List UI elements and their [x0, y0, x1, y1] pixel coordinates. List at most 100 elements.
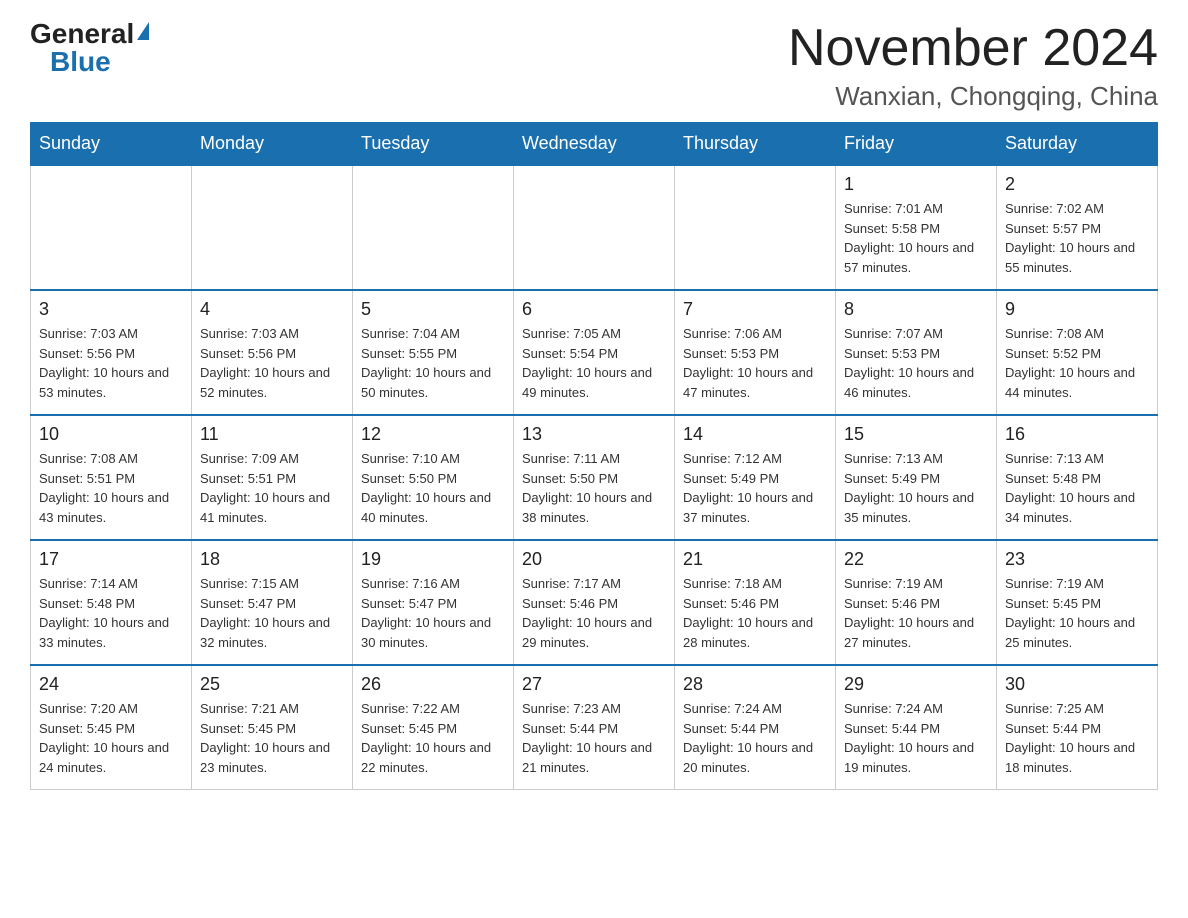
- weekday-header-saturday: Saturday: [997, 123, 1158, 166]
- cell-day-number: 15: [844, 424, 988, 445]
- cell-sun-info: Sunrise: 7:13 AMSunset: 5:49 PMDaylight:…: [844, 449, 988, 527]
- cell-day-number: 22: [844, 549, 988, 570]
- title-block: November 2024 Wanxian, Chongqing, China: [788, 20, 1158, 112]
- cell-sun-info: Sunrise: 7:10 AMSunset: 5:50 PMDaylight:…: [361, 449, 505, 527]
- cell-sun-info: Sunrise: 7:12 AMSunset: 5:49 PMDaylight:…: [683, 449, 827, 527]
- cell-sun-info: Sunrise: 7:14 AMSunset: 5:48 PMDaylight:…: [39, 574, 183, 652]
- cell-sun-info: Sunrise: 7:18 AMSunset: 5:46 PMDaylight:…: [683, 574, 827, 652]
- cell-day-number: 23: [1005, 549, 1149, 570]
- calendar-week-row: 17 Sunrise: 7:14 AMSunset: 5:48 PMDayligh…: [31, 540, 1158, 665]
- calendar-cell: 22 Sunrise: 7:19 AMSunset: 5:46 PMDayligh…: [836, 540, 997, 665]
- calendar-cell: [514, 165, 675, 290]
- cell-sun-info: Sunrise: 7:24 AMSunset: 5:44 PMDaylight:…: [683, 699, 827, 777]
- cell-sun-info: Sunrise: 7:13 AMSunset: 5:48 PMDaylight:…: [1005, 449, 1149, 527]
- calendar-cell: [675, 165, 836, 290]
- cell-day-number: 29: [844, 674, 988, 695]
- cell-sun-info: Sunrise: 7:20 AMSunset: 5:45 PMDaylight:…: [39, 699, 183, 777]
- weekday-header-tuesday: Tuesday: [353, 123, 514, 166]
- calendar-cell: 20 Sunrise: 7:17 AMSunset: 5:46 PMDayligh…: [514, 540, 675, 665]
- calendar-cell: 10Sunrise: 7:08 AMSunset: 5:51 PMDayligh…: [31, 415, 192, 540]
- calendar-cell: 9 Sunrise: 7:08 AMSunset: 5:52 PMDaylight…: [997, 290, 1158, 415]
- logo-blue-text: Blue: [50, 48, 111, 76]
- calendar-cell: 12 Sunrise: 7:10 AMSunset: 5:50 PMDayligh…: [353, 415, 514, 540]
- cell-day-number: 18: [200, 549, 344, 570]
- calendar-cell: 27Sunrise: 7:23 AMSunset: 5:44 PMDayligh…: [514, 665, 675, 790]
- calendar-cell: 23 Sunrise: 7:19 AMSunset: 5:45 PMDayligh…: [997, 540, 1158, 665]
- calendar-cell: 19 Sunrise: 7:16 AMSunset: 5:47 PMDayligh…: [353, 540, 514, 665]
- cell-day-number: 30: [1005, 674, 1149, 695]
- cell-sun-info: Sunrise: 7:04 AMSunset: 5:55 PMDaylight:…: [361, 324, 505, 402]
- calendar-cell: [31, 165, 192, 290]
- cell-day-number: 4: [200, 299, 344, 320]
- cell-sun-info: Sunrise: 7:16 AMSunset: 5:47 PMDaylight:…: [361, 574, 505, 652]
- cell-sun-info: Sunrise: 7:08 AMSunset: 5:52 PMDaylight:…: [1005, 324, 1149, 402]
- location-subtitle: Wanxian, Chongqing, China: [788, 81, 1158, 112]
- logo: General Blue: [30, 20, 149, 76]
- cell-sun-info: Sunrise: 7:21 AMSunset: 5:45 PMDaylight:…: [200, 699, 344, 777]
- cell-day-number: 13: [522, 424, 666, 445]
- cell-sun-info: Sunrise: 7:22 AMSunset: 5:45 PMDaylight:…: [361, 699, 505, 777]
- cell-sun-info: Sunrise: 7:08 AMSunset: 5:51 PMDaylight:…: [39, 449, 183, 527]
- cell-day-number: 21: [683, 549, 827, 570]
- cell-day-number: 1: [844, 174, 988, 195]
- cell-sun-info: Sunrise: 7:17 AMSunset: 5:46 PMDaylight:…: [522, 574, 666, 652]
- month-year-title: November 2024: [788, 20, 1158, 77]
- calendar-cell: 21 Sunrise: 7:18 AMSunset: 5:46 PMDayligh…: [675, 540, 836, 665]
- calendar-cell: 4 Sunrise: 7:03 AMSunset: 5:56 PMDaylight…: [192, 290, 353, 415]
- cell-day-number: 24: [39, 674, 183, 695]
- calendar-cell: 25 Sunrise: 7:21 AMSunset: 5:45 PMDayligh…: [192, 665, 353, 790]
- weekday-header-row: SundayMondayTuesdayWednesdayThursdayFrid…: [31, 123, 1158, 166]
- calendar-cell: 6Sunrise: 7:05 AMSunset: 5:54 PMDaylight…: [514, 290, 675, 415]
- cell-day-number: 14: [683, 424, 827, 445]
- cell-day-number: 11: [200, 424, 344, 445]
- weekday-header-wednesday: Wednesday: [514, 123, 675, 166]
- calendar-week-row: 24 Sunrise: 7:20 AMSunset: 5:45 PMDayligh…: [31, 665, 1158, 790]
- calendar-cell: 14 Sunrise: 7:12 AMSunset: 5:49 PMDayligh…: [675, 415, 836, 540]
- calendar-cell: 18 Sunrise: 7:15 AMSunset: 5:47 PMDayligh…: [192, 540, 353, 665]
- cell-day-number: 3: [39, 299, 183, 320]
- calendar-cell: 16 Sunrise: 7:13 AMSunset: 5:48 PMDayligh…: [997, 415, 1158, 540]
- cell-day-number: 26: [361, 674, 505, 695]
- calendar-cell: 13 Sunrise: 7:11 AMSunset: 5:50 PMDayligh…: [514, 415, 675, 540]
- calendar-cell: 7 Sunrise: 7:06 AMSunset: 5:53 PMDaylight…: [675, 290, 836, 415]
- weekday-header-friday: Friday: [836, 123, 997, 166]
- cell-sun-info: Sunrise: 7:03 AMSunset: 5:56 PMDaylight:…: [200, 324, 344, 402]
- cell-sun-info: Sunrise: 7:11 AMSunset: 5:50 PMDaylight:…: [522, 449, 666, 527]
- cell-day-number: 8: [844, 299, 988, 320]
- calendar-cell: 29 Sunrise: 7:24 AMSunset: 5:44 PMDayligh…: [836, 665, 997, 790]
- cell-sun-info: Sunrise: 7:15 AMSunset: 5:47 PMDaylight:…: [200, 574, 344, 652]
- cell-sun-info: Sunrise: 7:19 AMSunset: 5:46 PMDaylight:…: [844, 574, 988, 652]
- calendar-cell: 24 Sunrise: 7:20 AMSunset: 5:45 PMDayligh…: [31, 665, 192, 790]
- cell-sun-info: Sunrise: 7:03 AMSunset: 5:56 PMDaylight:…: [39, 324, 183, 402]
- weekday-header-sunday: Sunday: [31, 123, 192, 166]
- calendar-cell: 11 Sunrise: 7:09 AMSunset: 5:51 PMDayligh…: [192, 415, 353, 540]
- cell-day-number: 9: [1005, 299, 1149, 320]
- cell-sun-info: Sunrise: 7:07 AMSunset: 5:53 PMDaylight:…: [844, 324, 988, 402]
- calendar-cell: 15 Sunrise: 7:13 AMSunset: 5:49 PMDayligh…: [836, 415, 997, 540]
- cell-sun-info: Sunrise: 7:06 AMSunset: 5:53 PMDaylight:…: [683, 324, 827, 402]
- weekday-header-thursday: Thursday: [675, 123, 836, 166]
- cell-day-number: 25: [200, 674, 344, 695]
- cell-day-number: 12: [361, 424, 505, 445]
- cell-sun-info: Sunrise: 7:09 AMSunset: 5:51 PMDaylight:…: [200, 449, 344, 527]
- cell-day-number: 19: [361, 549, 505, 570]
- cell-day-number: 7: [683, 299, 827, 320]
- calendar-cell: 8 Sunrise: 7:07 AMSunset: 5:53 PMDaylight…: [836, 290, 997, 415]
- cell-day-number: 16: [1005, 424, 1149, 445]
- cell-day-number: 17: [39, 549, 183, 570]
- calendar-cell: 5Sunrise: 7:04 AMSunset: 5:55 PMDaylight…: [353, 290, 514, 415]
- cell-day-number: 20: [522, 549, 666, 570]
- calendar-cell: 26 Sunrise: 7:22 AMSunset: 5:45 PMDayligh…: [353, 665, 514, 790]
- calendar-cell: 1 Sunrise: 7:01 AMSunset: 5:58 PMDaylight…: [836, 165, 997, 290]
- cell-day-number: 6: [522, 299, 666, 320]
- cell-sun-info: Sunrise: 7:19 AMSunset: 5:45 PMDaylight:…: [1005, 574, 1149, 652]
- calendar-cell: 30 Sunrise: 7:25 AMSunset: 5:44 PMDayligh…: [997, 665, 1158, 790]
- calendar-week-row: 1 Sunrise: 7:01 AMSunset: 5:58 PMDaylight…: [31, 165, 1158, 290]
- cell-sun-info: Sunrise: 7:25 AMSunset: 5:44 PMDaylight:…: [1005, 699, 1149, 777]
- calendar-table: SundayMondayTuesdayWednesdayThursdayFrid…: [30, 122, 1158, 790]
- cell-sun-info: Sunrise: 7:02 AMSunset: 5:57 PMDaylight:…: [1005, 199, 1149, 277]
- cell-day-number: 27: [522, 674, 666, 695]
- logo-general-text: General: [30, 20, 134, 48]
- cell-sun-info: Sunrise: 7:01 AMSunset: 5:58 PMDaylight:…: [844, 199, 988, 277]
- cell-sun-info: Sunrise: 7:24 AMSunset: 5:44 PMDaylight:…: [844, 699, 988, 777]
